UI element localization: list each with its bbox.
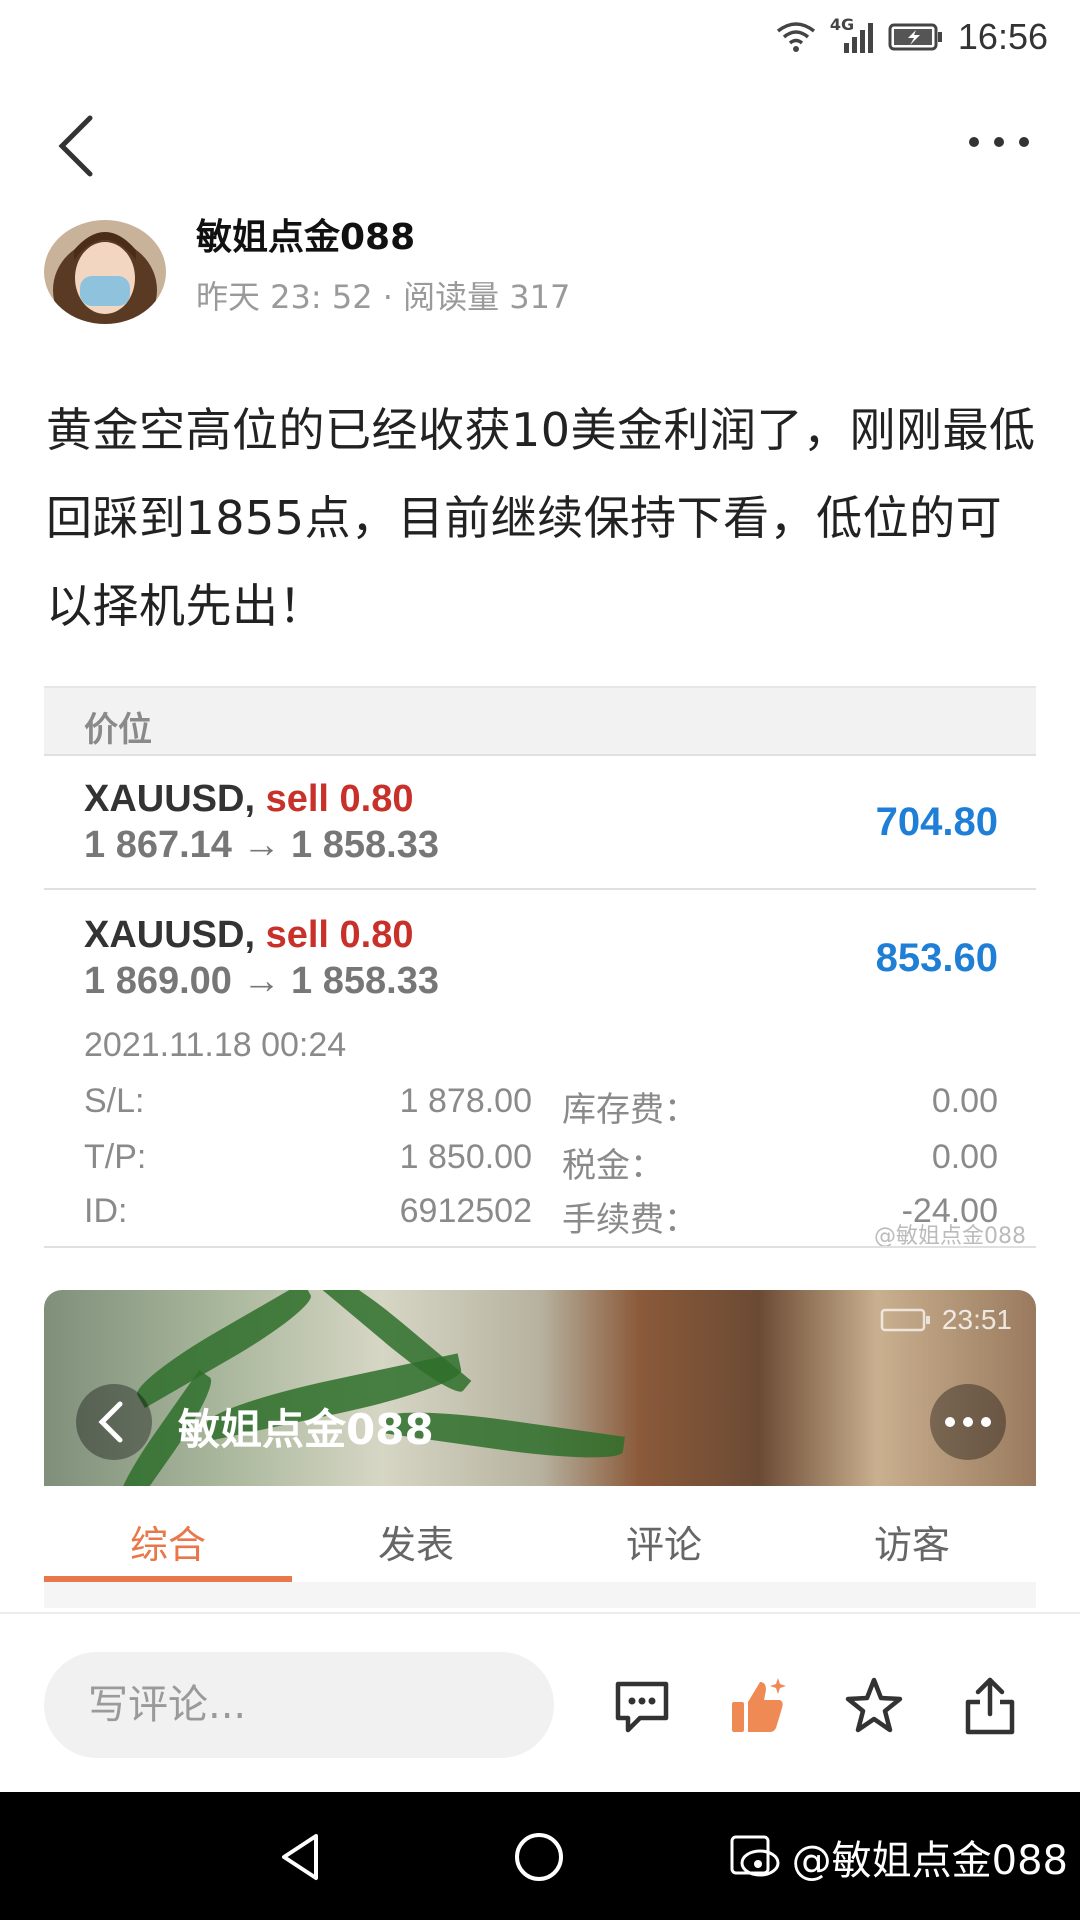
trade-symbol: XAUUSD, sell 0.80 xyxy=(84,914,414,956)
share-button[interactable] xyxy=(958,1674,1022,1738)
trade-row: XAUUSD, sell 0.80 1 869.00 → 1 858.33 85… xyxy=(44,914,1036,1024)
tab-comments[interactable]: 评论 xyxy=(540,1486,788,1582)
banner-more-button[interactable] xyxy=(930,1384,1006,1460)
banner-time: 23:51 xyxy=(941,1304,1012,1335)
trade-date: 2021.11.18 00:24 xyxy=(84,1026,347,1064)
detail-value: 1 850.00 xyxy=(399,1138,532,1176)
battery-icon xyxy=(880,1308,930,1332)
signal-icon: 4G xyxy=(830,15,874,55)
banner-status: 23:51 xyxy=(880,1304,1012,1336)
post-time: 昨天 23: 52 xyxy=(196,278,373,316)
profile-tabs: 综合 发表 评论 访客 xyxy=(44,1486,1036,1582)
profile-banner[interactable]: 23:51 敏姐点金088 xyxy=(44,1290,1036,1486)
trade-prices: 1 867.14 → 1 858.33 xyxy=(84,824,439,866)
detail-label: T/P: xyxy=(84,1138,147,1176)
more-dots-icon xyxy=(945,1417,991,1427)
action-bar xyxy=(0,1612,1080,1792)
app-header xyxy=(0,100,1080,190)
banner-title: 敏姐点金088 xyxy=(178,1405,434,1454)
trade-header-label: 价位 xyxy=(84,710,152,750)
detail-value: 0.00 xyxy=(931,1082,998,1120)
status-time: 16:56 xyxy=(957,16,1048,57)
detail-value: 6912502 xyxy=(399,1192,532,1230)
trade-side: sell 0.80 xyxy=(265,914,414,956)
triangle-back-icon xyxy=(282,1834,318,1880)
comment-icon xyxy=(615,1681,669,1733)
trade-prices: 1 869.00 → 1 858.33 xyxy=(84,960,439,1002)
status-bar: 4G 16:56 xyxy=(0,0,1080,74)
favorite-button[interactable] xyxy=(842,1674,906,1738)
comment-button[interactable] xyxy=(610,1674,674,1738)
post-meta: 昨天 23: 52 · 阅读量 317 xyxy=(196,272,570,318)
tab-overview[interactable]: 综合 xyxy=(44,1486,292,1582)
circle-home-icon xyxy=(515,1833,563,1881)
trade-profit: 853.60 xyxy=(875,936,998,980)
avatar[interactable] xyxy=(44,220,166,324)
more-button[interactable] xyxy=(964,122,1034,162)
read-count: 阅读量 317 xyxy=(403,278,571,316)
post-text: 黄金空高位的已经收获10美金利润了，刚刚最低回踩到1855点，目前继续保持下看，… xyxy=(46,403,1036,633)
detail-label: 手续费： xyxy=(562,1201,698,1239)
nav-back-button[interactable] xyxy=(266,1822,336,1892)
share-icon xyxy=(965,1677,1015,1735)
weibo-watermark: @敏姐点金088 xyxy=(730,1828,1068,1886)
trade-profit: 704.80 xyxy=(875,800,998,844)
avatar-image xyxy=(44,220,166,324)
trade-symbol: XAUUSD, sell 0.80 xyxy=(84,778,414,820)
detail-value: 1 878.00 xyxy=(399,1082,532,1120)
battery-icon xyxy=(888,23,942,51)
tab-posts[interactable]: 发表 xyxy=(292,1486,540,1582)
back-button[interactable] xyxy=(48,110,108,180)
like-button[interactable] xyxy=(726,1674,790,1738)
trade-screenshot: 价位 XAUUSD, sell 0.80 1 867.14 → 1 858.33… xyxy=(44,686,1036,1250)
detail-value: 0.00 xyxy=(931,1138,998,1176)
detail-label: S/L: xyxy=(84,1082,145,1120)
banner-back-button[interactable] xyxy=(76,1384,152,1460)
comment-input[interactable] xyxy=(44,1652,554,1758)
detail-label: 库存费： xyxy=(562,1091,698,1129)
trade-row: XAUUSD, sell 0.80 1 867.14 → 1 858.33 70… xyxy=(44,778,1036,888)
trade-header: 价位 xyxy=(44,686,1036,756)
divider xyxy=(44,888,1036,890)
tab-visitors[interactable]: 访客 xyxy=(788,1486,1036,1582)
wifi-icon xyxy=(776,22,815,52)
more-dots-icon xyxy=(969,137,1029,147)
system-nav-bar: @敏姐点金088 xyxy=(0,1792,1080,1920)
chevron-left-icon xyxy=(58,115,93,177)
tabs-gap xyxy=(44,1582,1036,1608)
trade-side: sell 0.80 xyxy=(265,778,414,820)
meta-separator: · xyxy=(382,278,393,316)
author-name[interactable]: 敏姐点金088 xyxy=(196,208,415,260)
chevron-left-icon xyxy=(98,1401,123,1443)
detail-label: 税金： xyxy=(562,1147,664,1185)
weibo-icon xyxy=(730,1835,780,1877)
divider xyxy=(44,1246,1036,1248)
thumbs-up-icon xyxy=(732,1678,786,1732)
detail-label: ID: xyxy=(84,1192,128,1230)
watermark-text: @敏姐点金088 xyxy=(791,1838,1068,1884)
nav-home-button[interactable] xyxy=(504,1822,574,1892)
star-icon xyxy=(845,1677,903,1733)
